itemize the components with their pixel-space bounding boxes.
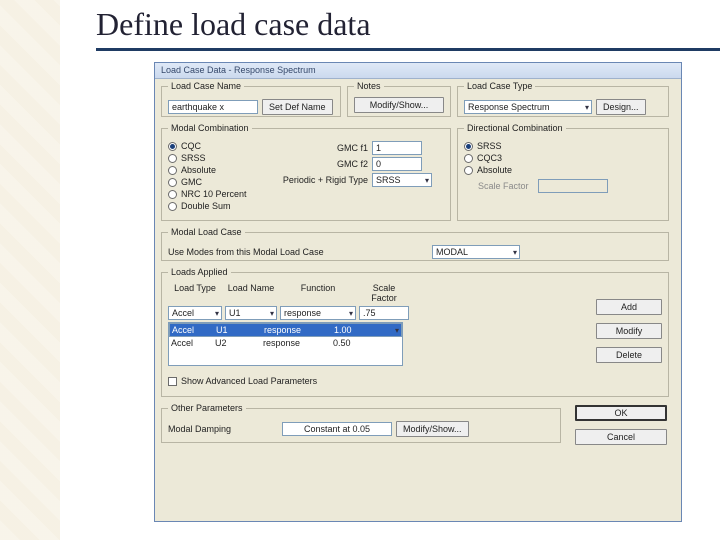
gmc-f2-input[interactable]: 0	[372, 157, 422, 171]
th-load-name: Load Name	[225, 283, 277, 303]
th-scale-factor: Scale Factor	[359, 283, 409, 303]
radio-nrc10[interactable]: NRC 10 Percent	[168, 189, 268, 199]
edit-function-select[interactable]: response	[280, 306, 356, 320]
delete-button[interactable]: Delete	[596, 347, 662, 363]
legend-load-case-type: Load Case Type	[464, 81, 535, 91]
add-button[interactable]: Add	[596, 299, 662, 315]
scale-factor-input	[538, 179, 608, 193]
label-prt: Periodic + Rigid Type	[280, 175, 368, 185]
checkbox-show-advanced[interactable]: Show Advanced Load Parameters	[168, 376, 409, 386]
dialog-title: Load Case Data - Response Spectrum	[155, 63, 681, 79]
modal-load-case-select[interactable]: MODAL	[432, 245, 520, 259]
group-notes: Notes Modify/Show...	[347, 81, 451, 117]
th-load-type: Load Type	[168, 283, 222, 303]
radio-cqc[interactable]: CQC	[168, 141, 268, 151]
label-use-modes: Use Modes from this Modal Load Case	[168, 247, 428, 257]
legend-notes: Notes	[354, 81, 384, 91]
edit-load-name-select[interactable]: U1	[225, 306, 277, 320]
table-row[interactable]: Accel U2 response 0.50	[169, 337, 402, 349]
dialog-load-case-data: Load Case Data - Response Spectrum Load …	[154, 62, 682, 522]
group-other-parameters: Other Parameters Modal Damping Constant …	[161, 403, 561, 443]
notes-modify-button[interactable]: Modify/Show...	[354, 97, 444, 113]
modal-damping-display: Constant at 0.05	[282, 422, 392, 436]
prt-select[interactable]: SRSS	[372, 173, 432, 187]
load-case-name-input[interactable]: earthquake x	[168, 100, 258, 114]
edit-scale-factor-input[interactable]: .75	[359, 306, 409, 320]
damping-modify-show-button[interactable]: Modify/Show...	[396, 421, 469, 437]
legend-modal-combination: Modal Combination	[168, 123, 252, 133]
set-def-name-button[interactable]: Set Def Name	[262, 99, 333, 115]
gmc-f1-input[interactable]: 1	[372, 141, 422, 155]
radio-gmc[interactable]: GMC	[168, 177, 268, 187]
label-modal-damping: Modal Damping	[168, 424, 278, 434]
legend-directional-combination: Directional Combination	[464, 123, 566, 133]
legend-load-case-name: Load Case Name	[168, 81, 244, 91]
group-modal-load-case: Modal Load Case Use Modes from this Moda…	[161, 227, 669, 261]
radio-absolute[interactable]: Absolute	[168, 165, 268, 175]
group-loads-applied: Loads Applied Load Type Load Name Functi…	[161, 267, 669, 397]
modify-button[interactable]: Modify	[596, 323, 662, 339]
label-scale-factor: Scale Factor	[464, 181, 534, 191]
design-button[interactable]: Design...	[596, 99, 646, 115]
cancel-button[interactable]: Cancel	[575, 429, 667, 445]
page-title: Define load case data	[96, 6, 371, 43]
ok-button[interactable]: OK	[575, 405, 667, 421]
th-function: Function	[280, 283, 356, 303]
legend-modal-load-case: Modal Load Case	[168, 227, 245, 237]
radio-dir-cqc3[interactable]: CQC3	[464, 153, 662, 163]
edit-load-type-select[interactable]: Accel	[168, 306, 222, 320]
table-row[interactable]: Accel U1 response 1.00	[169, 323, 402, 337]
legend-loads-applied: Loads Applied	[168, 267, 231, 277]
group-directional-combination: Directional Combination SRSS CQC3 Absolu…	[457, 123, 669, 221]
group-load-case-name: Load Case Name earthquake x Set Def Name	[161, 81, 341, 117]
radio-double-sum[interactable]: Double Sum	[168, 201, 268, 211]
radio-dir-absolute[interactable]: Absolute	[464, 165, 662, 175]
loads-list[interactable]: Accel U1 response 1.00 Accel U2 response…	[168, 322, 403, 366]
load-case-type-select[interactable]: Response Spectrum	[464, 100, 592, 114]
label-gmc-f1: GMC f1	[280, 143, 368, 153]
legend-other-parameters: Other Parameters	[168, 403, 246, 413]
group-load-case-type: Load Case Type Response Spectrum Design.…	[457, 81, 669, 117]
radio-srss[interactable]: SRSS	[168, 153, 268, 163]
label-gmc-f2: GMC f2	[280, 159, 368, 169]
group-modal-combination: Modal Combination CQC SRSS Absolute GMC …	[161, 123, 451, 221]
radio-dir-srss[interactable]: SRSS	[464, 141, 662, 151]
